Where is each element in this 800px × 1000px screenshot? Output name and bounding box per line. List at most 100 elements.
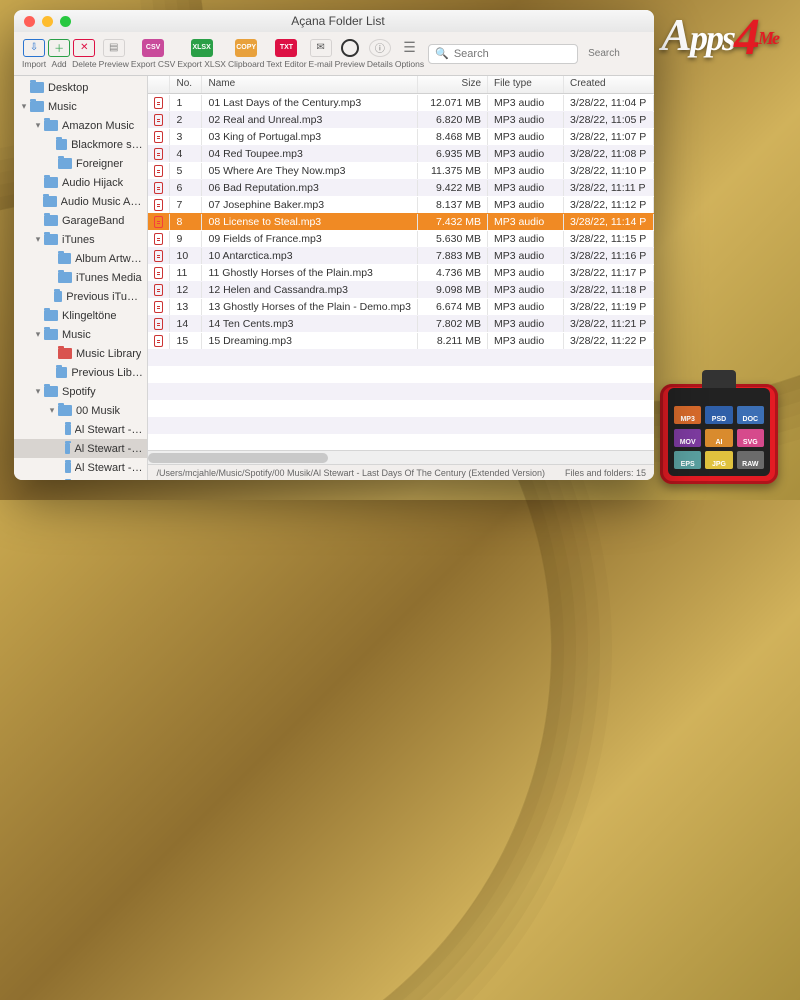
tree-node[interactable]: ▾00 Musik bbox=[14, 401, 147, 420]
export-xlsx-button[interactable]: XLSXExport XLSX bbox=[177, 39, 226, 69]
table-row[interactable]: 1515 Dreaming.mp38.211 MBMP3 audio3/28/2… bbox=[148, 332, 654, 349]
cell-name: 10 Antarctica.mp3 bbox=[202, 248, 418, 264]
tree-node[interactable]: Album Artwork bbox=[14, 249, 147, 268]
tree-node[interactable]: Previous iTunes Libraries bbox=[14, 287, 147, 306]
search-input[interactable] bbox=[454, 48, 596, 60]
col-size[interactable]: Size bbox=[418, 76, 488, 93]
tree-node[interactable]: ▾Music bbox=[14, 325, 147, 344]
text-editor-button[interactable]: TXTText Editor bbox=[266, 39, 306, 69]
tree-node[interactable]: ▾ Music bbox=[14, 97, 147, 116]
tree-node[interactable]: Blackmore s Night bbox=[14, 135, 147, 154]
horizontal-scrollbar[interactable] bbox=[148, 450, 654, 464]
tree-label: Klingeltöne bbox=[62, 310, 116, 322]
disclosure-icon[interactable]: ▾ bbox=[32, 386, 44, 397]
tree-node[interactable]: Al Stewart - Russians & America... bbox=[14, 458, 147, 477]
folder-icon bbox=[30, 82, 44, 93]
table-row[interactable]: 808 License to Steal.mp37.432 MBMP3 audi… bbox=[148, 213, 654, 230]
cell-type: MP3 audio bbox=[488, 265, 564, 281]
table-row[interactable]: 101 Last Days of the Century.mp312.071 M… bbox=[148, 94, 654, 111]
folder-icon bbox=[56, 139, 67, 150]
cell-size: 8.468 MB bbox=[418, 129, 488, 145]
add-button[interactable]: ＋Add bbox=[48, 39, 70, 69]
table-row[interactable]: 404 Red Toupee.mp36.935 MBMP3 audio3/28/… bbox=[148, 145, 654, 162]
import-button[interactable]: ⇩Import bbox=[22, 39, 46, 69]
cell-name: 02 Real and Unreal.mp3 bbox=[202, 112, 418, 128]
tree-node[interactable]: Previous Libraries bbox=[14, 363, 147, 382]
file-icon bbox=[154, 182, 163, 194]
table-row[interactable]: 1010 Antarctica.mp37.883 MBMP3 audio3/28… bbox=[148, 247, 654, 264]
cell-created: 3/28/22, 11:07 P bbox=[564, 129, 654, 145]
disclosure-icon[interactable]: ▾ bbox=[46, 405, 58, 416]
tree-node[interactable]: ▾iTunes bbox=[14, 230, 147, 249]
preview2-button[interactable]: Preview bbox=[335, 39, 365, 69]
disclosure-icon[interactable]: ▾ bbox=[32, 329, 44, 340]
folder-icon bbox=[58, 272, 72, 283]
tree-node[interactable]: Al Stewart - 24 Carrots (40th Ann... bbox=[14, 420, 147, 439]
tree-label: Blackmore s Night bbox=[71, 139, 143, 151]
folder-tree[interactable]: Desktop ▾ Music ▾Amazon Music Blackmore s Ni… bbox=[14, 76, 148, 480]
table-row[interactable]: 1414 Ten Cents.mp37.802 MBMP3 audio3/28/… bbox=[148, 315, 654, 332]
tree-node[interactable]: iTunes Media bbox=[14, 268, 147, 287]
tree-node[interactable]: Audio Hijack bbox=[14, 173, 147, 192]
tree-node[interactable]: Music Library bbox=[14, 344, 147, 363]
tree-node[interactable]: Desktop bbox=[14, 78, 147, 97]
file-icon bbox=[154, 148, 163, 160]
table-row[interactable]: 707 Josephine Baker.mp38.137 MBMP3 audio… bbox=[148, 196, 654, 213]
table-header[interactable]: No. Name Size File type Created bbox=[148, 76, 654, 94]
table-row[interactable]: 606 Bad Reputation.mp39.422 MBMP3 audio3… bbox=[148, 179, 654, 196]
search-field[interactable]: 🔍 bbox=[428, 44, 578, 64]
table-row[interactable]: 1313 Ghostly Horses of the Plain - Demo.… bbox=[148, 298, 654, 315]
export-csv-button[interactable]: CSVExport CSV bbox=[131, 39, 175, 69]
table-row[interactable]: 909 Fields of France.mp35.630 MBMP3 audi… bbox=[148, 230, 654, 247]
col-created[interactable]: Created bbox=[564, 76, 654, 93]
cell-name: 03 King of Portugal.mp3 bbox=[202, 129, 418, 145]
cell-no: 14 bbox=[170, 316, 202, 332]
col-name[interactable]: Name bbox=[202, 76, 418, 93]
tree-node[interactable]: Audio Music Apps bbox=[14, 192, 147, 211]
cell-name: 11 Ghostly Horses of the Plain.mp3 bbox=[202, 265, 418, 281]
disclosure-icon[interactable]: ▾ bbox=[18, 101, 30, 112]
clipboard-button[interactable]: COPYClipboard bbox=[228, 39, 264, 69]
toolbar: ⇩Import ＋Add ✕Delete ▤Preview CSVExport … bbox=[14, 32, 654, 76]
tree-node[interactable]: Klingeltöne bbox=[14, 306, 147, 325]
table-row[interactable]: 202 Real and Unreal.mp36.820 MBMP3 audio… bbox=[148, 111, 654, 128]
table-body[interactable]: 101 Last Days of the Century.mp312.071 M… bbox=[148, 94, 654, 450]
tree-label: Music bbox=[48, 101, 77, 113]
col-type[interactable]: File type bbox=[488, 76, 564, 93]
file-icon bbox=[154, 165, 163, 177]
tree-node[interactable]: ▾Spotify bbox=[14, 382, 147, 401]
cell-type: MP3 audio bbox=[488, 163, 564, 179]
table-row[interactable]: 505 Where Are They Now.mp311.375 MBMP3 a… bbox=[148, 162, 654, 179]
tree-node[interactable]: Al Stewart - Last Days Of The Ce... bbox=[14, 439, 147, 458]
disclosure-icon[interactable]: ▾ bbox=[32, 120, 44, 131]
disclosure-icon[interactable]: ▾ bbox=[32, 234, 44, 245]
delete-button[interactable]: ✕Delete bbox=[72, 39, 97, 69]
file-icon bbox=[154, 318, 163, 330]
email-button[interactable]: ✉E-mail bbox=[309, 39, 333, 69]
tree-label: Al Stewart - 24 Carrots (40th Ann... bbox=[75, 424, 144, 436]
cell-name: 12 Helen and Cassandra.mp3 bbox=[202, 282, 418, 298]
cell-no: 8 bbox=[170, 214, 202, 230]
tree-node[interactable]: Al Stewart - Time Passages (Expa... bbox=[14, 477, 147, 480]
cell-created: 3/28/22, 11:10 P bbox=[564, 163, 654, 179]
table-row[interactable]: 303 King of Portugal.mp38.468 MBMP3 audi… bbox=[148, 128, 654, 145]
cell-type: MP3 audio bbox=[488, 316, 564, 332]
folder-icon bbox=[44, 329, 58, 340]
tree-node[interactable]: Foreigner bbox=[14, 154, 147, 173]
cell-created: 3/28/22, 11:05 P bbox=[564, 112, 654, 128]
tree-node[interactable]: GarageBand bbox=[14, 211, 147, 230]
titlebar[interactable]: Açana Folder List bbox=[14, 10, 654, 32]
options-button[interactable]: ☰Options bbox=[395, 39, 424, 69]
cell-size: 7.432 MB bbox=[418, 214, 488, 230]
cell-no: 2 bbox=[170, 112, 202, 128]
cell-type: MP3 audio bbox=[488, 214, 564, 230]
cell-no: 12 bbox=[170, 282, 202, 298]
details-button[interactable]: ⓘDetails bbox=[367, 39, 393, 69]
preview-button[interactable]: ▤Preview bbox=[99, 39, 129, 69]
cell-created: 3/28/22, 11:12 P bbox=[564, 197, 654, 213]
table-row[interactable]: 1212 Helen and Cassandra.mp39.098 MBMP3 … bbox=[148, 281, 654, 298]
table-row[interactable]: 1111 Ghostly Horses of the Plain.mp34.73… bbox=[148, 264, 654, 281]
tree-node[interactable]: ▾Amazon Music bbox=[14, 116, 147, 135]
status-path: /Users/mcjahle/Music/Spotify/00 Musik/Al… bbox=[156, 468, 544, 478]
col-no[interactable]: No. bbox=[170, 76, 202, 93]
